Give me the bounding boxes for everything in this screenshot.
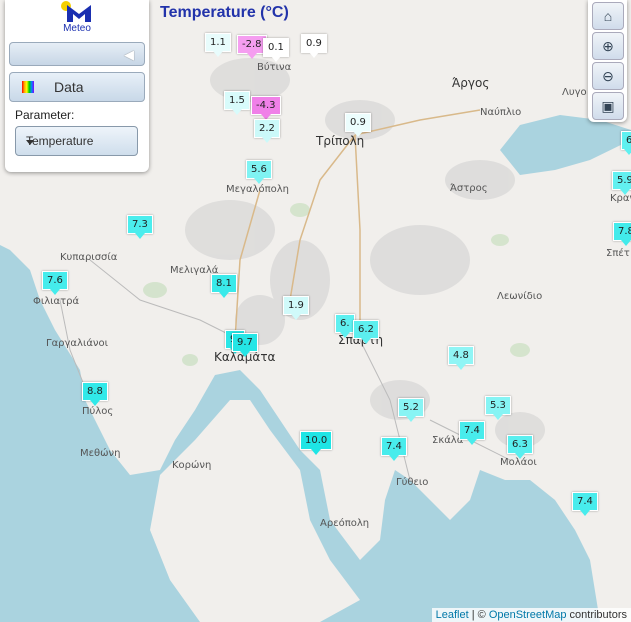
temperature-marker[interactable]: 1.1 [205, 33, 231, 57]
temperature-marker[interactable]: 6. [335, 314, 355, 338]
place-label: Πύλος [82, 406, 114, 417]
temperature-marker[interactable]: 4.8 [448, 346, 474, 370]
temperature-marker[interactable]: 7.4 [381, 437, 407, 461]
zoom-in-button[interactable]: ⊕ [592, 32, 624, 60]
temperature-marker[interactable]: 0.9 [345, 113, 371, 137]
place-label: Άστρος [450, 183, 488, 194]
arrow-left-icon[interactable]: ◀ [124, 47, 134, 63]
osm-link[interactable]: OpenStreetMap [489, 609, 567, 621]
zoom-out-icon: ⊖ [602, 68, 614, 84]
temperature-marker[interactable]: 7.8 [613, 222, 631, 246]
temperature-marker[interactable]: -4.3 [251, 96, 281, 120]
temperature-marker[interactable]: 0.9 [301, 34, 327, 58]
fullscreen-icon: ▣ [601, 98, 615, 114]
leaflet-link[interactable]: Leaflet [436, 609, 469, 621]
map-title: Temperature (°C) [160, 4, 289, 21]
place-label: Σπέτ [606, 248, 630, 259]
zoom-in-icon: ⊕ [602, 38, 614, 54]
temperature-marker[interactable]: 6 [621, 131, 631, 155]
temperature-marker[interactable]: 5.9 [612, 171, 631, 195]
temperature-marker[interactable]: 1.5 [224, 91, 250, 115]
place-label: Βύτινα [257, 62, 292, 73]
place-label: Γαργαλιάνοι [46, 338, 109, 349]
temperature-marker[interactable]: 5.2 [398, 398, 424, 422]
attribution: Leaflet | © OpenStreetMap contributors [431, 608, 631, 622]
place-label: Λεωνίδιο [497, 291, 543, 302]
temperature-marker[interactable]: 10.0 [300, 431, 333, 455]
zoom-out-button[interactable]: ⊖ [592, 62, 624, 90]
temperature-marker[interactable]: 7.4 [572, 492, 598, 516]
temperature-marker[interactable]: 6.3 [507, 435, 533, 459]
home-icon: ⌂ [603, 8, 613, 24]
parameter-value: Temperature [26, 134, 94, 148]
attribution-separator: | © [468, 609, 489, 621]
fullscreen-button[interactable]: ▣ [592, 92, 624, 120]
place-label: Αρεόπολη [320, 518, 370, 529]
place-label: Κυπαρισσία [60, 252, 118, 263]
map-controls: ⌂ ⊕ ⊖ ▣ [588, 0, 627, 122]
place-label: Μεθώνη [80, 448, 121, 459]
chevron-down-icon [26, 140, 34, 145]
place-label: Άργος [452, 76, 490, 90]
collapse-bar[interactable]: ◀ [9, 42, 145, 66]
attribution-contributors: contributors [566, 609, 627, 621]
place-label: Γύθειο [396, 477, 429, 488]
logo-text: Meteo [63, 23, 91, 34]
temperature-marker[interactable]: 8.1 [211, 274, 237, 298]
temperature-marker[interactable]: 0.1 [263, 38, 289, 62]
data-button-label: Data [54, 79, 84, 95]
temperature-marker[interactable]: 1.9 [283, 296, 309, 320]
temperature-marker[interactable]: 6.2 [353, 320, 379, 344]
place-label: Λυγο [562, 87, 587, 98]
temperature-marker[interactable]: 7.4 [459, 421, 485, 445]
parameter-label: Parameter: [15, 108, 75, 122]
temperature-marker[interactable]: 2.2 [254, 119, 280, 143]
palette-icon [22, 81, 34, 93]
temperature-marker[interactable]: 7.6 [42, 271, 68, 295]
place-label: Μεγαλόπολη [226, 184, 289, 195]
temperature-marker[interactable]: 5.3 [485, 396, 511, 420]
place-label: Φιλιατρά [33, 296, 80, 307]
temperature-marker[interactable]: 7.3 [127, 215, 153, 239]
data-button[interactable]: Data [9, 72, 145, 102]
temperature-marker[interactable]: 9.7 [232, 333, 258, 357]
parameter-select[interactable]: Temperature [15, 126, 138, 156]
place-label: Κορώνη [172, 460, 212, 471]
place-label: Ναύπλιο [480, 107, 522, 118]
temperature-marker[interactable]: 8.8 [82, 382, 108, 406]
home-button[interactable]: ⌂ [592, 2, 624, 30]
control-panel: Meteo ◀ Data Parameter: Temperature [5, 0, 149, 172]
temperature-marker[interactable]: 5.6 [246, 160, 272, 184]
